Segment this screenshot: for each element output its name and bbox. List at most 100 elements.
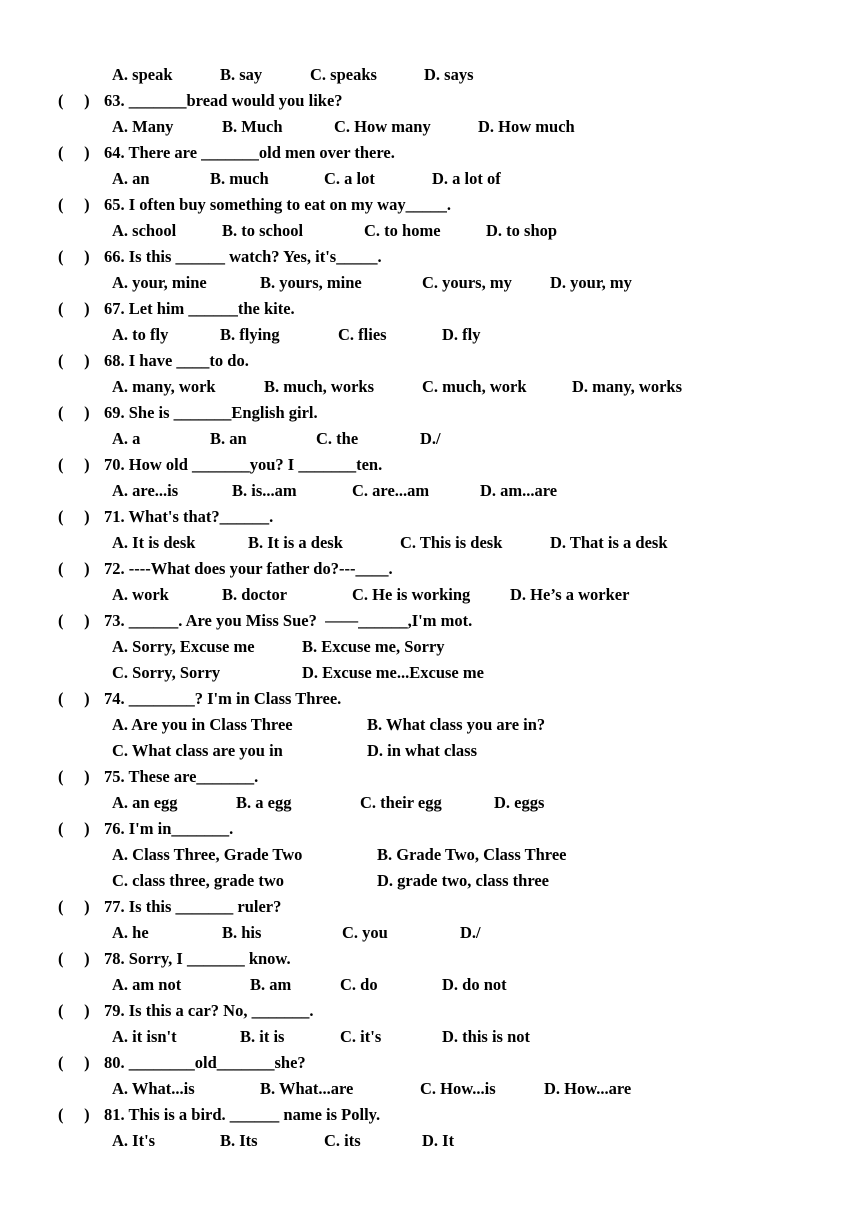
answer-bracket[interactable]: ( ) xyxy=(58,244,104,270)
answer-bracket[interactable]: ( ) xyxy=(58,400,104,426)
answer-option[interactable]: C. are...am xyxy=(352,478,429,504)
answer-option[interactable]: D./ xyxy=(460,920,481,946)
answer-option[interactable]: C. you xyxy=(342,920,388,946)
answer-option[interactable]: A. many, work xyxy=(112,374,216,400)
answer-option[interactable]: C. much, work xyxy=(422,374,527,400)
answer-option[interactable]: C. class three, grade two xyxy=(112,868,284,894)
answer-option[interactable]: C. yours, my xyxy=(422,270,512,296)
answer-option[interactable]: D. a lot of xyxy=(432,166,501,192)
option-row: A. school B. to school C. to home D. to sho… xyxy=(0,218,860,244)
answer-option[interactable]: B. Its xyxy=(220,1128,258,1154)
answer-option[interactable]: D. How much xyxy=(478,114,575,140)
answer-bracket[interactable]: ( ) xyxy=(58,686,104,712)
answer-option[interactable]: D. in what class xyxy=(367,738,477,764)
answer-bracket[interactable]: ( ) xyxy=(58,192,104,218)
answer-option[interactable]: B. a egg xyxy=(236,790,291,816)
answer-option[interactable]: B. much xyxy=(210,166,269,192)
answer-option[interactable]: D. grade two, class three xyxy=(377,868,549,894)
answer-option[interactable]: C. do xyxy=(340,972,378,998)
answer-option[interactable]: B. What class you are in? xyxy=(367,712,545,738)
answer-option[interactable]: A. Are you in Class Three xyxy=(112,712,293,738)
answer-option[interactable]: A. am not xyxy=(112,972,181,998)
answer-option[interactable]: A. It is desk xyxy=(112,530,195,556)
answer-option[interactable]: B. It is a desk xyxy=(248,530,343,556)
answer-option[interactable]: B. What...are xyxy=(260,1076,353,1102)
answer-option[interactable]: D. eggs xyxy=(494,790,544,816)
answer-option[interactable]: B. an xyxy=(210,426,247,452)
answer-option[interactable]: B. his xyxy=(222,920,261,946)
answer-option[interactable]: C. He is working xyxy=(352,582,470,608)
answer-bracket[interactable]: ( ) xyxy=(58,296,104,322)
answer-option[interactable]: C. flies xyxy=(338,322,387,348)
answer-bracket[interactable]: ( ) xyxy=(58,504,104,530)
answer-option[interactable]: C. its xyxy=(324,1128,361,1154)
answer-option[interactable]: D. It xyxy=(422,1128,454,1154)
answer-option[interactable]: B. is...am xyxy=(232,478,297,504)
answer-option[interactable]: C. it's xyxy=(340,1024,381,1050)
answer-option[interactable]: C. How...is xyxy=(420,1076,496,1102)
answer-option[interactable]: B. flying xyxy=(220,322,280,348)
answer-option[interactable]: A. school xyxy=(112,218,176,244)
answer-option[interactable]: C. Sorry, Sorry xyxy=(112,660,220,686)
answer-option[interactable]: A. to fly xyxy=(112,322,168,348)
answer-option[interactable]: C. What class are you in xyxy=(112,738,283,764)
answer-option[interactable]: D. says xyxy=(424,62,474,88)
answer-bracket[interactable]: ( ) xyxy=(58,946,104,972)
answer-option[interactable]: D. many, works xyxy=(572,374,682,400)
answer-option[interactable]: B. it is xyxy=(240,1024,284,1050)
answer-bracket[interactable]: ( ) xyxy=(58,998,104,1024)
answer-option[interactable]: B. Excuse me, Sorry xyxy=(302,634,445,660)
answer-option[interactable]: A. your, mine xyxy=(112,270,207,296)
answer-option[interactable]: A. a xyxy=(112,426,140,452)
answer-bracket[interactable]: ( ) xyxy=(58,816,104,842)
answer-option[interactable]: B. Much xyxy=(222,114,283,140)
answer-option[interactable]: C. How many xyxy=(334,114,431,140)
answer-option[interactable]: D./ xyxy=(420,426,441,452)
answer-bracket[interactable]: ( ) xyxy=(58,88,104,114)
answer-option[interactable]: C. to home xyxy=(364,218,441,244)
answer-option[interactable]: D. do not xyxy=(442,972,507,998)
answer-option[interactable]: D. He’s a worker xyxy=(510,582,629,608)
answer-option[interactable]: A. It's xyxy=(112,1128,155,1154)
answer-option[interactable]: B. yours, mine xyxy=(260,270,362,296)
answer-bracket[interactable]: ( ) xyxy=(58,556,104,582)
answer-option[interactable]: A. work xyxy=(112,582,169,608)
answer-option[interactable]: B. much, works xyxy=(264,374,374,400)
answer-option[interactable]: A. he xyxy=(112,920,149,946)
answer-option[interactable]: D. Excuse me...Excuse me xyxy=(302,660,484,686)
answer-option[interactable]: D. your, my xyxy=(550,270,632,296)
answer-bracket[interactable]: ( ) xyxy=(58,452,104,478)
answer-option[interactable]: A. Sorry, Excuse me xyxy=(112,634,255,660)
answer-option[interactable]: B. am xyxy=(250,972,291,998)
answer-bracket[interactable]: ( ) xyxy=(58,894,104,920)
answer-option[interactable]: D. am...are xyxy=(480,478,557,504)
answer-option[interactable]: D. fly xyxy=(442,322,481,348)
answer-option[interactable]: A. it isn't xyxy=(112,1024,177,1050)
answer-option[interactable]: B. to school xyxy=(222,218,303,244)
answer-option[interactable]: D. to shop xyxy=(486,218,557,244)
answer-option[interactable]: B. Grade Two, Class Three xyxy=(377,842,566,868)
answer-option[interactable]: C. the xyxy=(316,426,358,452)
answer-option[interactable]: A. are...is xyxy=(112,478,178,504)
answer-option[interactable]: C. This is desk xyxy=(400,530,502,556)
answer-option[interactable]: D. That is a desk xyxy=(550,530,668,556)
answer-option[interactable]: A. Many xyxy=(112,114,173,140)
answer-bracket[interactable]: ( ) xyxy=(58,608,104,634)
answer-option[interactable]: A. speak xyxy=(112,62,173,88)
answer-bracket[interactable]: ( ) xyxy=(58,348,104,374)
answer-bracket[interactable]: ( ) xyxy=(58,764,104,790)
answer-option[interactable]: C. their egg xyxy=(360,790,442,816)
answer-option[interactable]: A. an egg xyxy=(112,790,178,816)
answer-option[interactable]: A. an xyxy=(112,166,150,192)
answer-bracket[interactable]: ( ) xyxy=(58,1050,104,1076)
answer-option[interactable]: B. say xyxy=(220,62,262,88)
answer-option[interactable]: C. a lot xyxy=(324,166,375,192)
answer-option[interactable]: B. doctor xyxy=(222,582,287,608)
answer-option[interactable]: D. this is not xyxy=(442,1024,530,1050)
answer-bracket[interactable]: ( ) xyxy=(58,140,104,166)
answer-bracket[interactable]: ( ) xyxy=(58,1102,104,1128)
answer-option[interactable]: A. Class Three, Grade Two xyxy=(112,842,302,868)
answer-option[interactable]: A. What...is xyxy=(112,1076,195,1102)
answer-option[interactable]: C. speaks xyxy=(310,62,377,88)
answer-option[interactable]: D. How...are xyxy=(544,1076,631,1102)
